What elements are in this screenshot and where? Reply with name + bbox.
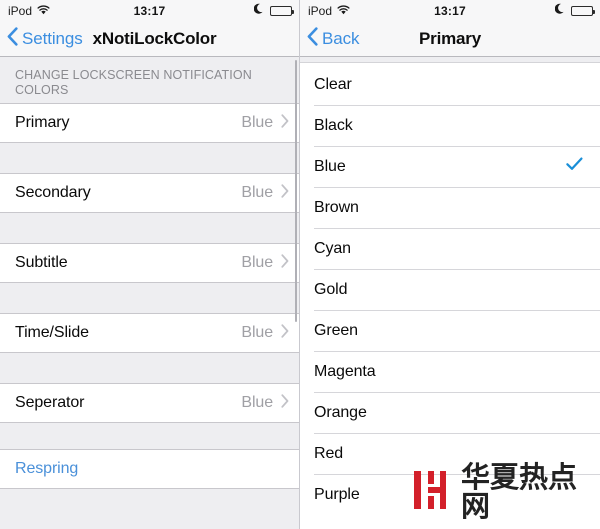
- setting-row-secondary[interactable]: Secondary Blue: [0, 174, 299, 212]
- color-option-clear[interactable]: Clear: [300, 64, 600, 105]
- nav-bar-right: Back Primary: [300, 21, 600, 57]
- nav-bar-left: Settings xNotiLockColor: [0, 21, 299, 57]
- group-gap: [0, 283, 299, 313]
- color-option-brown[interactable]: Brown: [300, 187, 600, 228]
- setting-value: Blue: [241, 254, 273, 271]
- settings-group-respring: Respring: [0, 449, 299, 489]
- chevron-right-icon: [281, 393, 289, 413]
- back-button-settings[interactable]: Settings: [0, 26, 83, 51]
- section-header: CHANGE LOCKSCREEN NOTIFICATION COLORS: [15, 68, 252, 97]
- status-right-group: [253, 3, 294, 18]
- group-gap: [0, 213, 299, 243]
- color-option-blue[interactable]: Blue: [300, 146, 600, 187]
- chevron-left-icon: [307, 26, 318, 51]
- back-button[interactable]: Back: [300, 26, 360, 51]
- status-right-group: [554, 3, 595, 18]
- color-option-label: Red: [314, 444, 344, 462]
- screenshot-root: iPod 13:17 Settings xNotiLockColor CHANG…: [0, 0, 600, 529]
- status-bar-left: iPod 13:17: [0, 0, 299, 21]
- chevron-right-icon: [281, 253, 289, 273]
- color-option-label: Clear: [314, 75, 352, 93]
- chevron-right-icon: [281, 323, 289, 343]
- battery-icon: [270, 5, 294, 16]
- settings-list: CHANGE LOCKSCREEN NOTIFICATION COLORS Pr…: [0, 57, 299, 529]
- color-option-red[interactable]: Red: [300, 433, 600, 474]
- moon-icon: [554, 3, 566, 18]
- settings-group-subtitle: Subtitle Blue: [0, 243, 299, 283]
- color-option-label: Magenta: [314, 362, 376, 380]
- setting-label: Seperator: [15, 394, 85, 411]
- setting-value: Blue: [241, 184, 273, 201]
- scrollbar-left[interactable]: [294, 60, 297, 322]
- color-options-list: Clear Black Blue Brown Cyan Gold Green M…: [300, 57, 600, 529]
- settings-group-primary: Primary Blue: [0, 103, 299, 143]
- color-option-purple[interactable]: Purple: [300, 474, 600, 515]
- settings-group-time-slide: Time/Slide Blue: [0, 313, 299, 353]
- group-gap: [0, 143, 299, 173]
- setting-value: Blue: [241, 114, 273, 131]
- color-option-cyan[interactable]: Cyan: [300, 228, 600, 269]
- checkmark-icon: [566, 157, 583, 176]
- chevron-right-icon: [281, 183, 289, 203]
- setting-value: Blue: [241, 394, 273, 411]
- color-option-green[interactable]: Green: [300, 310, 600, 351]
- status-bar-right: iPod 13:17: [300, 0, 600, 21]
- settings-group-secondary: Secondary Blue: [0, 173, 299, 213]
- color-option-label: Purple: [314, 485, 360, 503]
- color-option-label: Black: [314, 116, 353, 134]
- left-device-screen: iPod 13:17 Settings xNotiLockColor CHANG…: [0, 0, 300, 529]
- color-option-label: Brown: [314, 198, 359, 216]
- setting-label: Primary: [15, 114, 70, 131]
- color-option-label: Blue: [314, 157, 346, 175]
- color-option-label: Cyan: [314, 239, 351, 257]
- group-gap: [0, 353, 299, 383]
- settings-group-seperator: Seperator Blue: [0, 383, 299, 423]
- setting-row-seperator[interactable]: Seperator Blue: [0, 384, 299, 422]
- chevron-right-icon: [281, 113, 289, 133]
- moon-icon: [253, 3, 265, 18]
- back-button-label: Back: [322, 28, 360, 48]
- setting-label: Time/Slide: [15, 324, 89, 341]
- page-title-left: xNotiLockColor: [92, 28, 217, 48]
- setting-label: Secondary: [15, 184, 91, 201]
- back-button-label: Settings: [22, 28, 83, 48]
- color-option-label: Green: [314, 321, 358, 339]
- setting-value: Blue: [241, 324, 273, 341]
- respring-label: Respring: [15, 460, 79, 477]
- setting-row-subtitle[interactable]: Subtitle Blue: [0, 244, 299, 282]
- setting-row-time-slide[interactable]: Time/Slide Blue: [0, 314, 299, 352]
- color-option-label: Orange: [314, 403, 367, 421]
- setting-row-primary[interactable]: Primary Blue: [0, 104, 299, 142]
- chevron-left-icon: [7, 26, 18, 51]
- color-option-orange[interactable]: Orange: [300, 392, 600, 433]
- right-device-screen: iPod 13:17 Back Primary Clear Black Blue…: [300, 0, 600, 529]
- list-top-spacer: [300, 57, 600, 63]
- color-option-gold[interactable]: Gold: [300, 269, 600, 310]
- color-option-black[interactable]: Black: [300, 105, 600, 146]
- battery-icon: [571, 5, 595, 16]
- setting-label: Subtitle: [15, 254, 68, 271]
- group-gap: [0, 423, 299, 449]
- respring-button[interactable]: Respring: [0, 450, 299, 488]
- color-option-label: Gold: [314, 280, 348, 298]
- color-option-magenta[interactable]: Magenta: [300, 351, 600, 392]
